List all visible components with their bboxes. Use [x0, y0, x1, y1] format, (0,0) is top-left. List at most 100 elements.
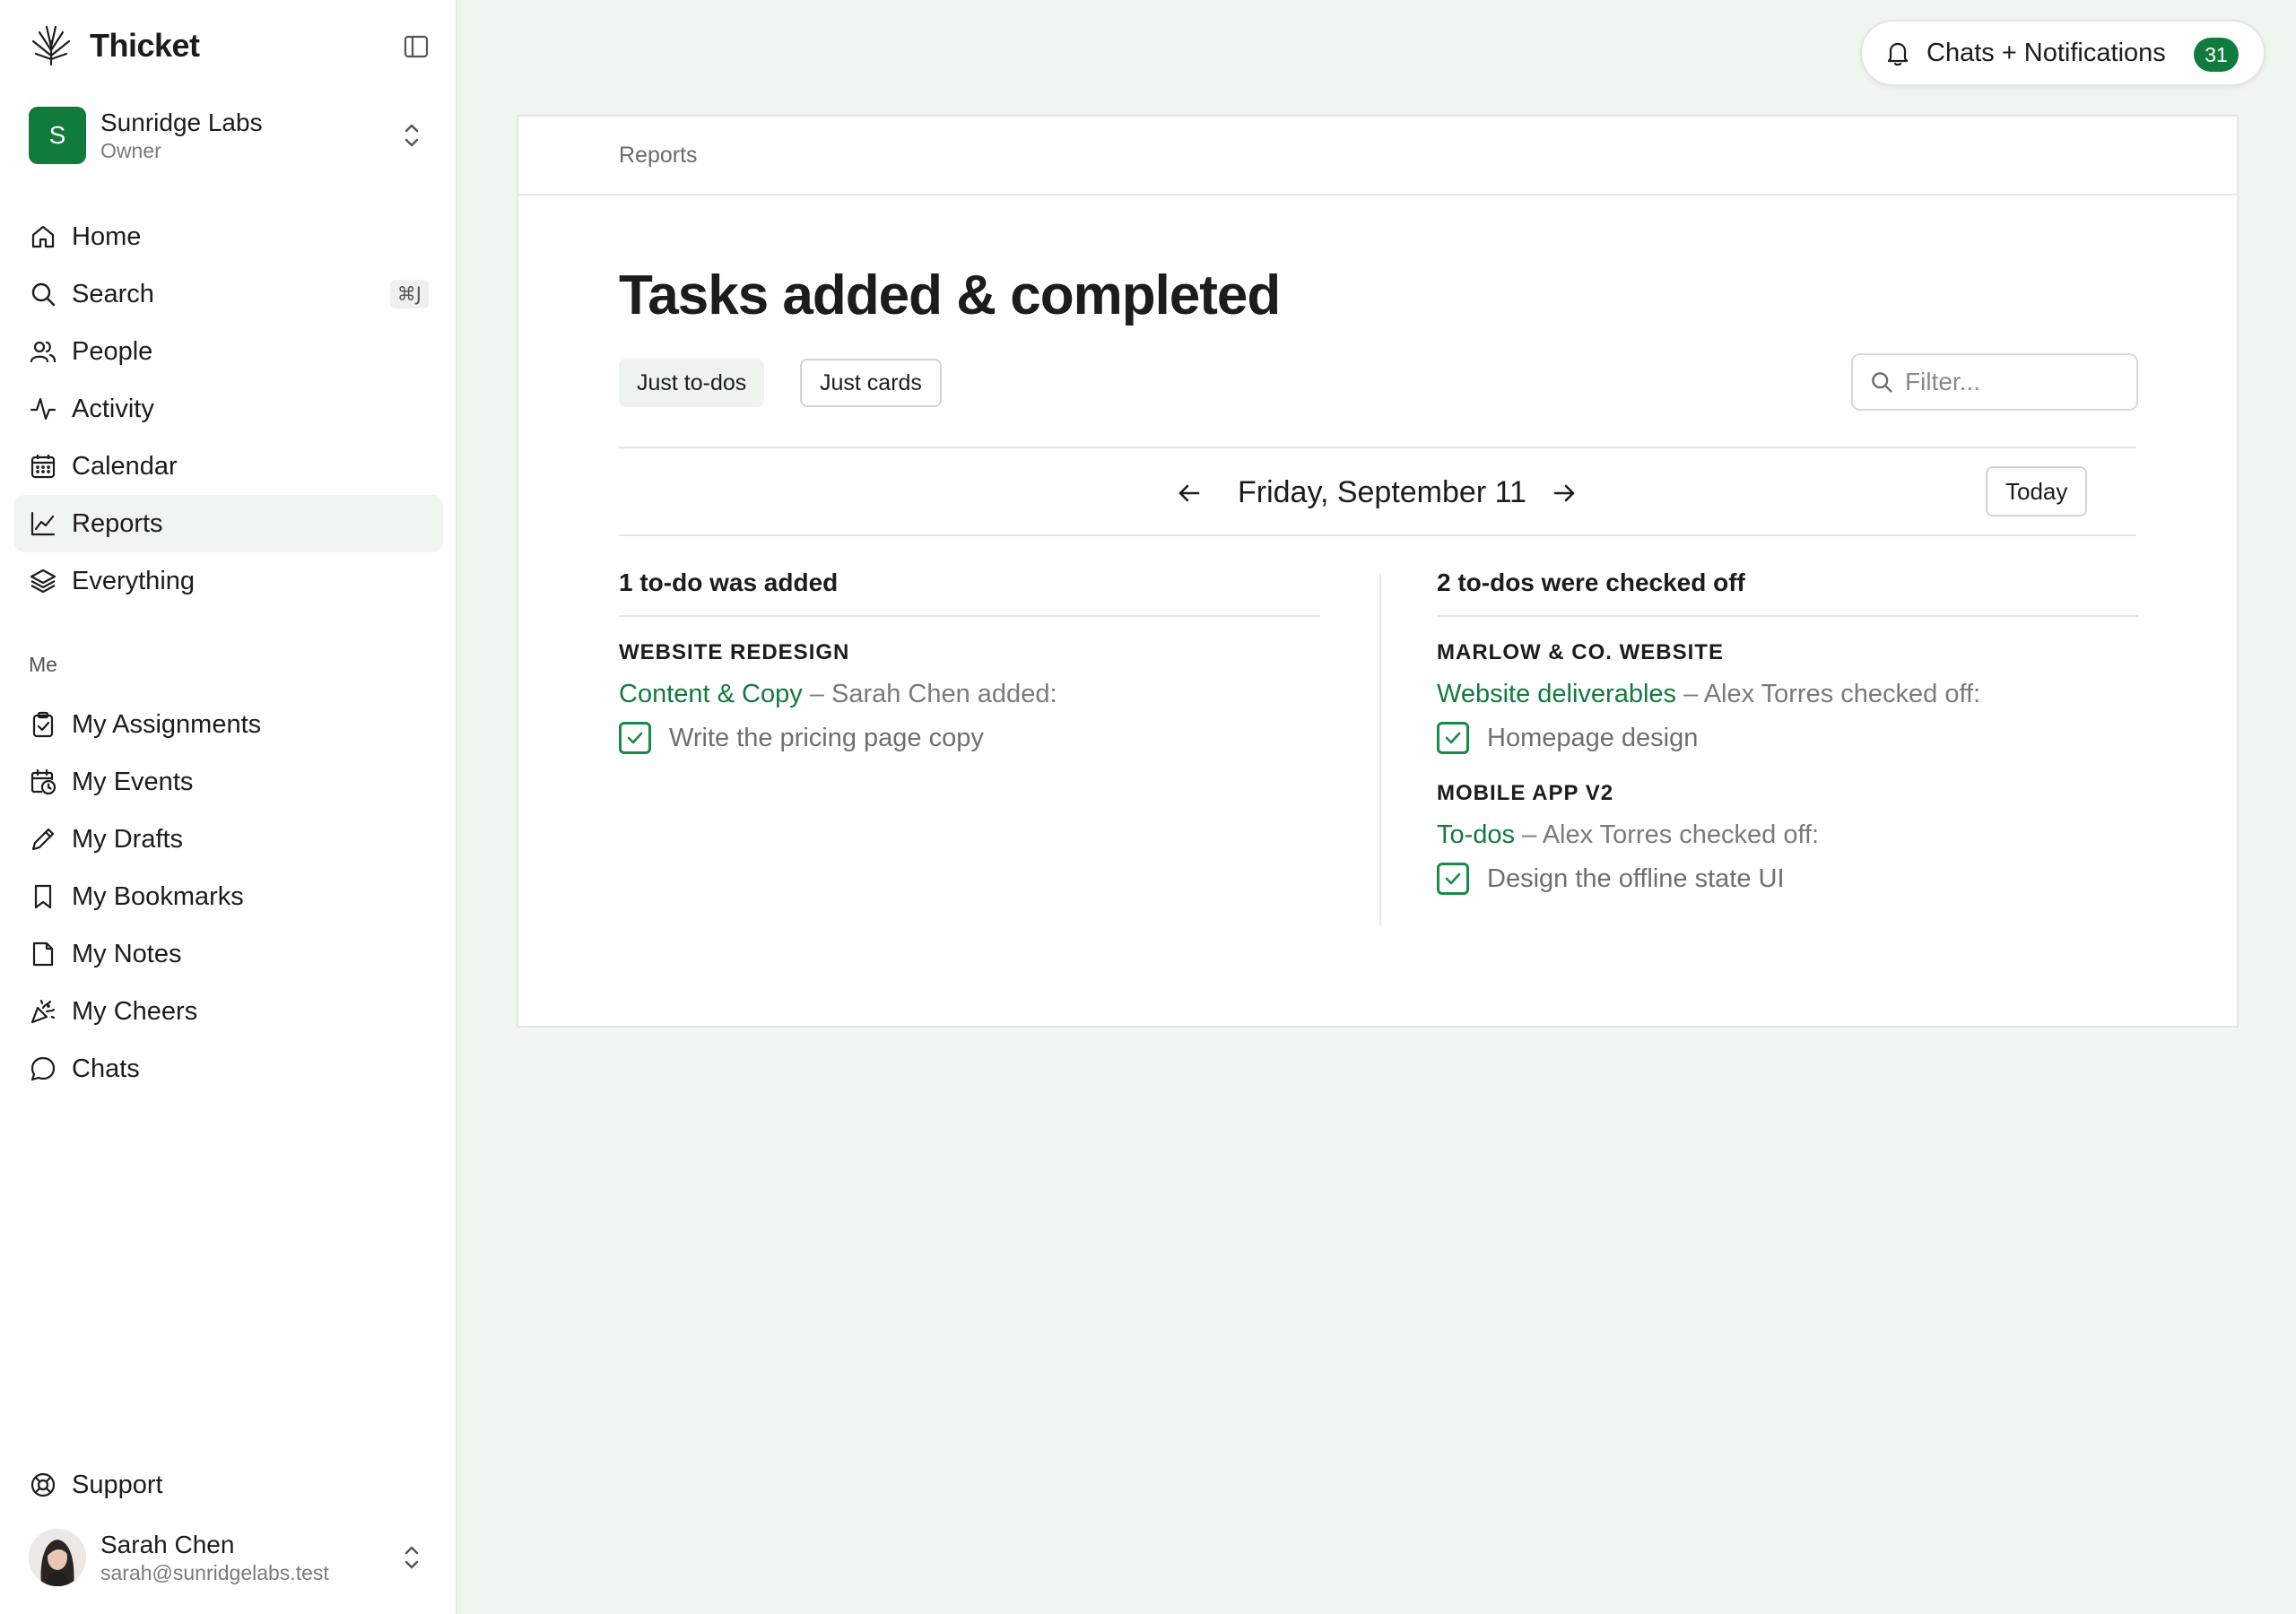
nav-label: Calendar — [72, 451, 178, 481]
thicket-logo-icon — [31, 25, 71, 66]
calendar-icon — [30, 455, 56, 479]
workspace-role: Owner — [100, 138, 161, 162]
nav-item-calendar[interactable]: Calendar — [14, 438, 443, 495]
nav-label: Activity — [72, 394, 154, 423]
current-date: Friday, September 11 — [1238, 475, 1526, 509]
project-name[interactable]: MOBILE APP V2 — [1437, 781, 2138, 806]
activity-line: To-dos – Alex Torres checked off: — [1437, 820, 2138, 850]
note-icon — [32, 941, 54, 967]
app-name: Thicket — [90, 27, 200, 64]
chevron-up-down-icon — [404, 1546, 419, 1569]
activity-text: – Alex Torres checked off: — [1676, 680, 1981, 708]
nav-item-my-notes[interactable]: My Notes — [14, 925, 443, 983]
arrow-right-icon[interactable] — [1550, 479, 1578, 508]
todo-item[interactable]: Write the pricing page copy — [619, 722, 1320, 754]
people-icon — [30, 341, 57, 363]
nav-item-my-cheers[interactable]: My Cheers — [14, 983, 443, 1040]
breadcrumb: Reports — [518, 117, 2237, 195]
nav-item-my-drafts[interactable]: My Drafts — [14, 811, 443, 868]
today-button[interactable]: Today — [1986, 466, 2088, 516]
nav-label: Everything — [72, 566, 196, 595]
activity-line: Website deliverables – Alex Torres check… — [1437, 680, 2138, 709]
me-nav: My Assignments My Events My Drafts My Bo… — [14, 696, 443, 1098]
clipboard-icon — [32, 711, 54, 738]
nav-item-chats[interactable]: Chats — [14, 1040, 443, 1098]
party-popper-icon — [30, 999, 56, 1024]
todo-text: Design the offline state UI — [1487, 863, 1785, 893]
nav-item-search[interactable]: Search ⌘J — [14, 265, 443, 323]
sidebar-toggle-icon[interactable] — [402, 32, 430, 61]
layers-icon — [30, 568, 57, 594]
project-name[interactable]: MARLOW & CO. WEBSITE — [1437, 640, 2138, 665]
nav-label: Support — [72, 1470, 163, 1499]
pencil-icon — [31, 828, 55, 851]
search-icon — [1872, 372, 1892, 393]
search-icon — [31, 282, 56, 307]
filter-input[interactable] — [1905, 368, 2120, 396]
user-email: sarah@sunridgelabs.test — [100, 1560, 329, 1584]
page-title: Tasks added & completed — [619, 265, 1281, 326]
bell-icon — [1887, 42, 1909, 66]
workspace-name: Sunridge Labs — [100, 108, 263, 136]
todo-item[interactable]: Design the offline state UI — [1437, 863, 2138, 895]
nav-label: Search — [72, 279, 154, 308]
filter-field[interactable] — [1851, 353, 2138, 411]
checkbox-checked-icon — [619, 722, 651, 754]
nav-item-everything[interactable]: Everything — [14, 552, 443, 610]
notifications-label: Chats + Notifications — [1926, 38, 2166, 67]
shortcut-badge: ⌘J — [389, 280, 429, 308]
activity-icon — [30, 397, 57, 421]
chart-icon — [30, 511, 56, 536]
nav-item-my-events[interactable]: My Events — [14, 753, 443, 811]
todo-text: Homepage design — [1487, 723, 1699, 752]
completed-column: 2 to-dos were checked off MARLOW & CO. W… — [1437, 568, 2138, 895]
todo-list-link[interactable]: To-dos — [1437, 820, 1515, 849]
todo-list-link[interactable]: Content & Copy — [619, 680, 803, 708]
workspace-switcher[interactable]: S Sunridge Labs Owner — [29, 106, 438, 165]
nav-label: People — [72, 336, 153, 366]
nav-item-my-assignments[interactable]: My Assignments — [14, 696, 443, 753]
nav-item-people[interactable]: People — [14, 323, 443, 380]
workspace-avatar: S — [29, 107, 86, 164]
nav-item-my-bookmarks[interactable]: My Bookmarks — [14, 868, 443, 925]
todo-list-link[interactable]: Website deliverables — [1437, 680, 1676, 708]
lifebuoy-icon — [30, 1472, 56, 1497]
section-label-me: Me — [29, 653, 57, 676]
calendar-clock-icon — [30, 768, 57, 795]
nav-label: My Notes — [72, 939, 182, 968]
breadcrumb-reports[interactable]: Reports — [619, 143, 698, 169]
chevron-up-down-icon — [404, 124, 419, 147]
just-todos-filter-button[interactable]: Just to-dos — [619, 359, 765, 407]
column-divider — [1379, 574, 1381, 925]
completed-heading: 2 to-dos were checked off — [1437, 568, 2138, 617]
report-card: Reports Tasks added & completed Just to-… — [517, 115, 2239, 1028]
todo-item[interactable]: Homepage design — [1437, 722, 2138, 754]
added-heading: 1 to-do was added — [619, 568, 1320, 617]
activity-text: – Sarah Chen added: — [802, 680, 1057, 708]
nav-item-reports[interactable]: Reports — [14, 495, 443, 552]
activity-line: Content & Copy – Sarah Chen added: — [619, 680, 1320, 709]
brand[interactable]: Thicket — [29, 23, 200, 68]
bookmark-icon — [34, 884, 52, 909]
activity-text: – Alex Torres checked off: — [1515, 820, 1820, 849]
nav-label: Home — [72, 221, 142, 251]
added-column: 1 to-do was added WEBSITE REDESIGN Conte… — [619, 568, 1320, 754]
todo-text: Write the pricing page copy — [669, 723, 984, 752]
avatar — [29, 1529, 86, 1586]
checkbox-checked-icon — [1437, 863, 1469, 895]
chat-bubble-icon — [30, 1056, 56, 1081]
notifications-button[interactable]: Chats + Notifications 31 — [1860, 20, 2266, 86]
arrow-left-icon[interactable] — [1175, 479, 1204, 508]
just-cards-filter-button[interactable]: Just cards — [800, 359, 942, 407]
home-icon — [31, 225, 55, 248]
nav-label: My Cheers — [72, 996, 198, 1026]
nav-item-activity[interactable]: Activity — [14, 380, 443, 438]
support-section: Support — [14, 1456, 443, 1514]
nav-label: My Drafts — [72, 824, 184, 854]
nav-item-home[interactable]: Home — [14, 208, 443, 265]
nav-item-support[interactable]: Support — [14, 1456, 443, 1514]
notification-count-badge: 31 — [2194, 38, 2239, 72]
user-menu[interactable]: Sarah Chen sarah@sunridgelabs.test — [29, 1528, 438, 1587]
project-name[interactable]: WEBSITE REDESIGN — [619, 640, 1320, 665]
nav-label: My Bookmarks — [72, 881, 244, 911]
